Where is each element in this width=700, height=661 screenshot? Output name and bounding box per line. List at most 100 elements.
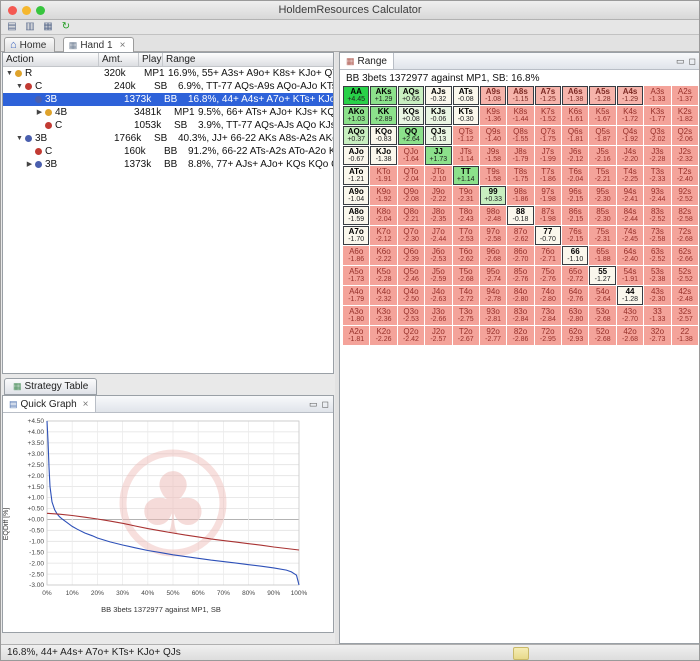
range-cell-75s[interactable]: 75s -2.31 [589,226,616,245]
range-cell-K8o[interactable]: K8o -2.04 [370,206,397,225]
range-cell-T8o[interactable]: T8o -2.43 [452,206,479,225]
range-cell-85s[interactable]: 85s -2.30 [589,206,616,225]
range-cell-Q3s[interactable]: Q3s -2.02 [644,126,671,145]
range-cell-65o[interactable]: 65o -2.72 [562,266,589,285]
range-cell-82s[interactable]: 82s -2.58 [671,206,698,225]
range-cell-43o[interactable]: 43o -2.70 [616,306,644,325]
range-cell-93s[interactable]: 93s -2.44 [644,186,671,205]
range-cell-J2o[interactable]: J2o -2.57 [425,326,452,345]
range-cell-32o[interactable]: 32o -2.73 [644,326,671,345]
range-cell-Q6s[interactable]: Q6s -1.81 [562,126,589,145]
range-cell-A6s[interactable]: A6s -1.38 [562,86,589,105]
range-cell-A5s[interactable]: A5s -1.28 [589,86,616,105]
range-cell-77[interactable]: 77 -0.70 [534,226,562,245]
maximize-range-icon[interactable]: ◻ [689,56,696,67]
expand-toggle-icon[interactable]: ▼ [5,67,14,80]
tab-strategy-table[interactable]: ▦ Strategy Table [4,378,98,395]
range-cell-84o[interactable]: 84o -2.80 [507,286,534,305]
range-cell-86s[interactable]: 86s -2.15 [562,206,589,225]
range-cell-92s[interactable]: 92s -2.52 [671,186,698,205]
range-cell-KQo[interactable]: KQo -0.83 [370,126,397,145]
range-cell-83o[interactable]: 83o -2.84 [507,306,534,325]
range-cell-87s[interactable]: 87s -1.98 [534,206,562,225]
expand-toggle-icon[interactable]: ▼ [15,132,24,145]
range-cell-95o[interactable]: 95o -2.74 [479,266,507,285]
status-indicator-icon[interactable] [513,647,529,660]
range-cell-A6o[interactable]: A6o -1.86 [343,246,370,265]
range-cell-ATs[interactable]: ATs -0.08 [452,86,479,105]
range-cell-63o[interactable]: 63o -2.80 [562,306,589,325]
range-cell-KTo[interactable]: KTo -1.91 [370,166,397,185]
range-cell-96s[interactable]: 96s -2.15 [562,186,589,205]
range-cell-TT[interactable]: TT +1.14 [452,166,479,185]
range-cell-A4o[interactable]: A4o -1.79 [343,286,370,305]
range-cell-J3s[interactable]: J3s -2.28 [644,146,671,165]
range-cell-44[interactable]: 44 -1.28 [616,286,644,305]
range-cell-KQs[interactable]: KQs +0.08 [397,106,425,125]
range-cell-65s[interactable]: 65s -1.88 [589,246,616,265]
range-cell-A8o[interactable]: A8o -1.59 [343,206,370,225]
range-cell-T3s[interactable]: T3s -2.33 [644,166,671,185]
tree-row-3b-bb[interactable]: ▶ 3B 1373k BB 8.8%, 77+ AJs+ AJo+ KQs KQo QJ… [3,158,333,171]
range-cell-88[interactable]: 88 -0.18 [507,206,534,225]
range-cell-95s[interactable]: 95s -2.30 [589,186,616,205]
range-cell-AA[interactable]: AA +4.45 [343,86,370,105]
tab-quick-graph[interactable]: ▤ Quick Graph × [3,396,96,412]
range-cell-A9s[interactable]: A9s -1.08 [479,86,507,105]
range-cell-97s[interactable]: 97s -1.98 [534,186,562,205]
range-cell-22[interactable]: 22 -1.38 [671,326,698,345]
range-cell-K7s[interactable]: K7s -1.52 [534,106,562,125]
range-cell-J5o[interactable]: J5o -2.59 [425,266,452,285]
tab-home[interactable]: ⌂ Home [4,36,56,53]
column-header-player[interactable]: Player [139,53,163,66]
range-cell-KK[interactable]: KK +2.89 [370,106,397,125]
range-cell-T6s[interactable]: T6s -2.04 [562,166,589,185]
range-cell-AJo[interactable]: AJo -0.67 [343,146,370,165]
range-cell-98s[interactable]: 98s -1.86 [507,186,534,205]
expand-toggle-icon[interactable]: ▼ [15,80,24,93]
range-cell-33[interactable]: 33 -1.33 [644,306,671,325]
range-cell-QTs[interactable]: QTs -1.12 [452,126,479,145]
range-cell-KJo[interactable]: KJo -1.38 [370,146,397,165]
range-cell-K4s[interactable]: K4s -1.72 [616,106,644,125]
range-cell-52o[interactable]: 52o -2.68 [589,326,616,345]
minimize-panel-icon[interactable]: ▭ [309,399,318,410]
range-cell-Q7s[interactable]: Q7s -1.75 [534,126,562,145]
range-cell-AQo[interactable]: AQo +0.37 [343,126,370,145]
tree-row-c-sb[interactable]: ▼ C 240k SB 6.9%, TT-77 AQs-A9s AQo-AJo KTs+… [3,80,333,93]
range-cell-98o[interactable]: 98o -2.48 [479,206,507,225]
range-cell-76o[interactable]: 76o -2.71 [534,246,562,265]
range-cell-A4s[interactable]: A4s -1.29 [616,86,644,105]
new-hand-icon[interactable]: ▤ [5,21,19,33]
tab-range[interactable]: ▦ Range [340,53,394,69]
range-cell-Q3o[interactable]: Q3o -2.53 [397,306,425,325]
range-cell-62o[interactable]: 62o -2.93 [562,326,589,345]
range-cell-99[interactable]: 99 +0.33 [479,186,507,205]
range-cell-54s[interactable]: 54s -1.91 [616,266,644,285]
range-cell-KTs[interactable]: KTs -0.30 [452,106,479,125]
range-cell-T8s[interactable]: T8s -1.75 [507,166,534,185]
maximize-panel-icon[interactable]: ◻ [322,399,329,410]
range-cell-63s[interactable]: 63s -2.52 [644,246,671,265]
range-cell-A8s[interactable]: A8s -1.15 [507,86,534,105]
column-header-action[interactable]: Action [3,53,99,66]
range-cell-T7s[interactable]: T7s -1.86 [534,166,562,185]
range-cell-K2s[interactable]: K2s -1.82 [671,106,698,125]
range-cell-J9o[interactable]: J9o -2.22 [425,186,452,205]
range-cell-A7s[interactable]: A7s -1.25 [534,86,562,105]
range-cell-Q9o[interactable]: Q9o -2.08 [397,186,425,205]
range-cell-J4s[interactable]: J4s -2.20 [616,146,644,165]
range-cell-A3s[interactable]: A3s -1.33 [644,86,671,105]
range-cell-A5o[interactable]: A5o -1.73 [343,266,370,285]
range-cell-74s[interactable]: 74s -2.45 [616,226,644,245]
calculate-icon[interactable]: ↻ [59,21,73,33]
range-cell-QQ[interactable]: QQ +2.64 [397,126,425,145]
range-cell-K9o[interactable]: K9o -1.92 [370,186,397,205]
range-cell-QTo[interactable]: QTo -2.04 [397,166,425,185]
range-cell-QJo[interactable]: QJo -1.64 [397,146,425,165]
range-cell-Q8s[interactable]: Q8s -1.55 [507,126,534,145]
save-icon[interactable]: ▦ [41,21,55,33]
range-cell-72o[interactable]: 72o -2.95 [534,326,562,345]
range-cell-94s[interactable]: 94s -2.41 [616,186,644,205]
range-cell-T2o[interactable]: T2o -2.67 [452,326,479,345]
